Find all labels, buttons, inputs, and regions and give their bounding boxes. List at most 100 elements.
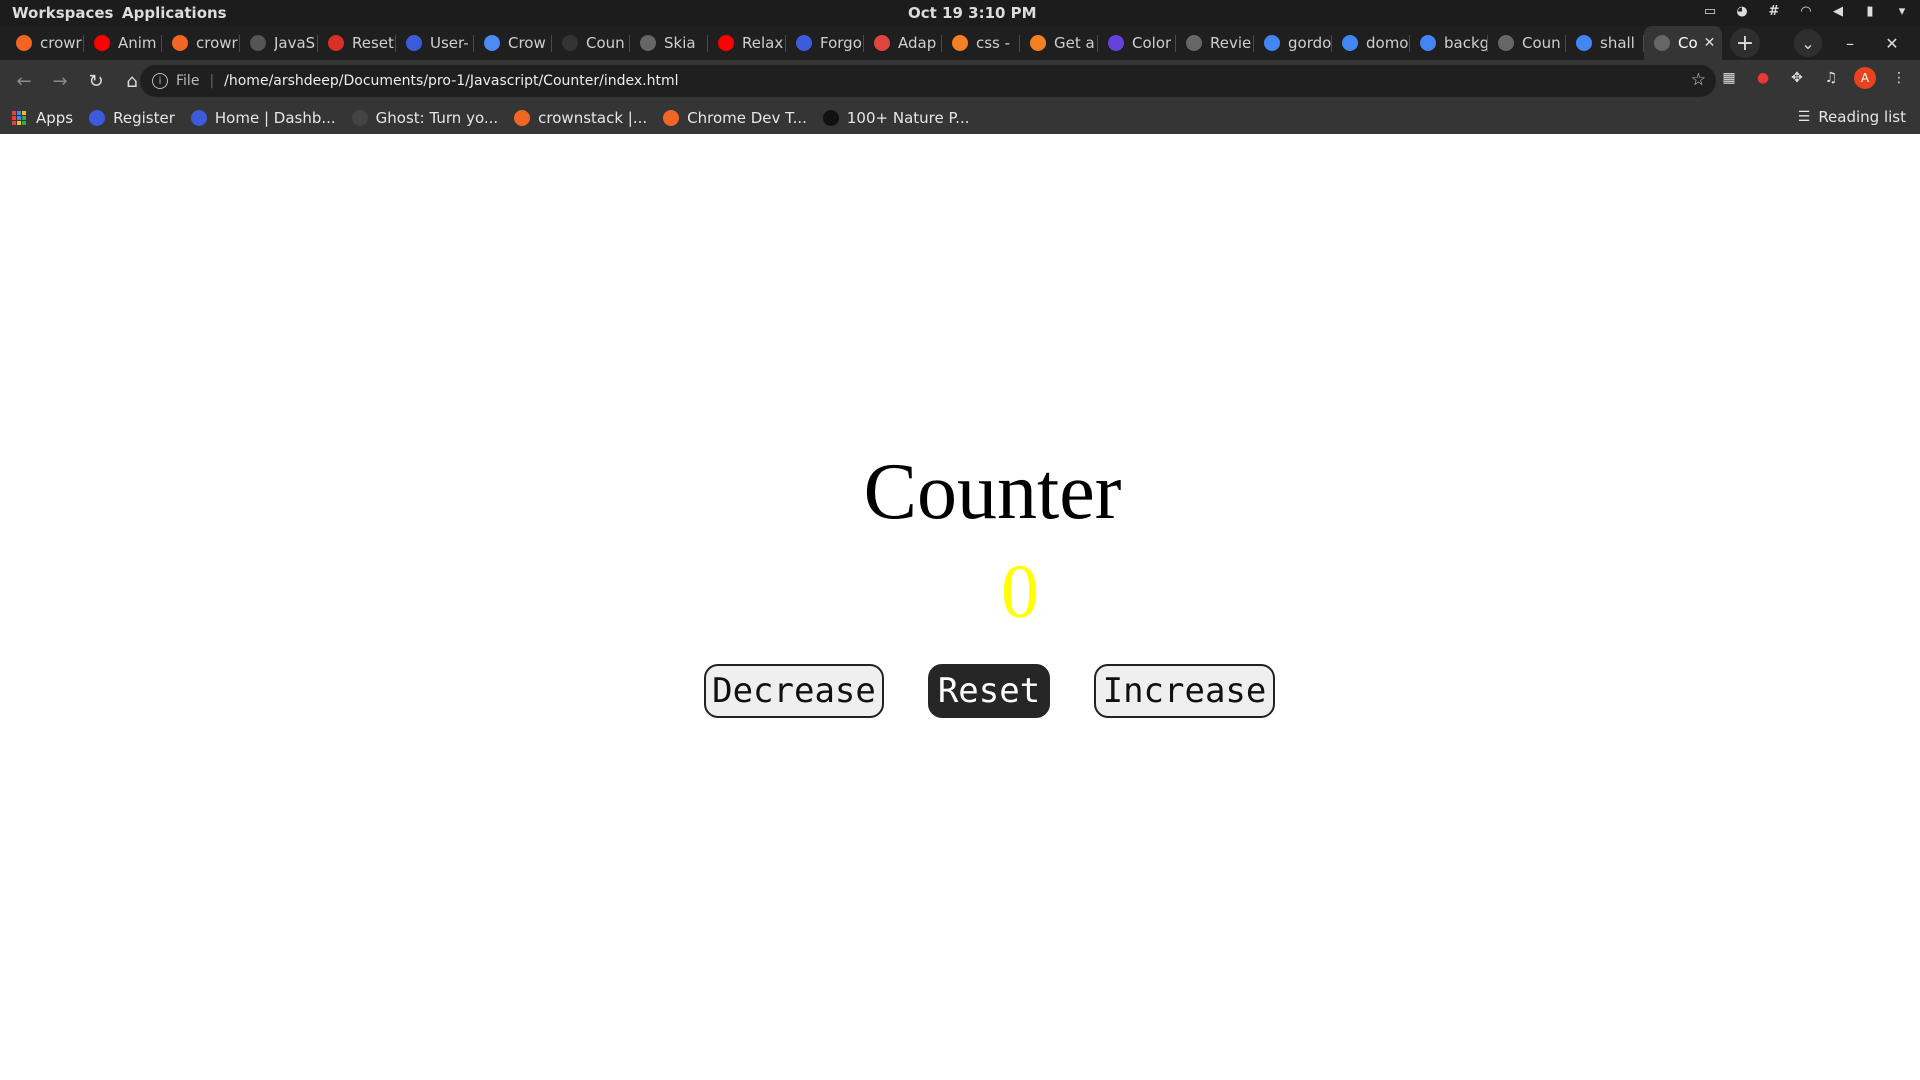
extensions-area: ▦ ● ✥ ♫ A ⋮: [1718, 67, 1910, 89]
browser-tab[interactable]: Forgo: [786, 26, 864, 60]
tab-title: Co: [1678, 34, 1698, 52]
reset-button[interactable]: Reset: [928, 664, 1050, 718]
url-text[interactable]: /home/arshdeep/Documents/pro-1/Javascrip…: [224, 73, 678, 89]
browser-tab[interactable]: Revie: [1176, 26, 1254, 60]
tab-title: shall: [1600, 34, 1635, 52]
tab-title: Anim: [118, 34, 157, 52]
browser-tab[interactable]: Adap: [864, 26, 942, 60]
close-tab-icon[interactable]: ✕: [1704, 35, 1716, 51]
bookmarks-bar: Apps Register Home | Dashb... Ghost: Turn …: [0, 102, 1920, 134]
browser-tab[interactable]: Color: [1098, 26, 1176, 60]
menu-chevron-icon[interactable]: ▾: [1894, 3, 1910, 19]
extension-red-icon[interactable]: ●: [1752, 67, 1774, 89]
github-icon: [562, 35, 578, 51]
tasks-icon: [484, 35, 500, 51]
reload-icon[interactable]: ↻: [80, 65, 112, 97]
gmail-icon: [328, 35, 344, 51]
browser-tab[interactable]: Coun: [1488, 26, 1566, 60]
bookmark-label: Chrome Dev T...: [687, 109, 807, 127]
counter-value: 0: [1001, 550, 1039, 634]
k-icon: [190, 110, 207, 126]
reading-list-button[interactable]: ☰ Reading list: [1798, 108, 1906, 126]
bookmark-apps[interactable]: Apps: [12, 109, 73, 127]
close-window-icon[interactable]: ✕: [1878, 29, 1906, 57]
globe-icon: [1654, 35, 1670, 51]
clock[interactable]: Oct 19 3:10 PM: [908, 4, 1037, 22]
browser-tab[interactable]: Co ✕: [1644, 26, 1722, 60]
tab-strip: crowr Anim crowr JavaS Reset User- Crow Coun Ski…: [0, 26, 1920, 60]
google-icon: [1420, 35, 1436, 51]
increase-button[interactable]: Increase: [1094, 664, 1275, 718]
tab-search-chevron-icon[interactable]: ⌄: [1794, 29, 1822, 57]
browser-tab[interactable]: domo: [1332, 26, 1410, 60]
browser-tab[interactable]: shall: [1566, 26, 1644, 60]
new-tab-button[interactable]: +: [1730, 28, 1760, 58]
browser-tab[interactable]: backg: [1410, 26, 1488, 60]
browser-tab[interactable]: css -: [942, 26, 1020, 60]
browser-tab[interactable]: Reset: [318, 26, 396, 60]
browser-tab[interactable]: Anim: [84, 26, 162, 60]
browser-tab[interactable]: User-: [396, 26, 474, 60]
wifi-icon[interactable]: ◠: [1798, 3, 1814, 19]
browser-tab[interactable]: JavaS: [240, 26, 318, 60]
globe-icon: [1498, 35, 1514, 51]
crownstack-icon: [514, 110, 531, 126]
extension-gray-icon[interactable]: ▦: [1718, 67, 1740, 89]
address-bar[interactable]: i File | /home/arshdeep/Documents/pro-1/…: [140, 65, 1716, 97]
bookmark-star-icon[interactable]: ☆: [1691, 70, 1706, 90]
browser-tab[interactable]: Crow: [474, 26, 552, 60]
bookmark-item[interactable]: Register: [89, 109, 175, 127]
battery-icon[interactable]: ▮: [1862, 3, 1878, 19]
bookmark-label: Ghost: Turn yo...: [375, 109, 499, 127]
puzzle-icon[interactable]: ✥: [1786, 67, 1808, 89]
tab-title: Relax: [742, 34, 784, 52]
unsplash-icon: [822, 110, 839, 126]
tab-title: Coun: [1522, 34, 1561, 52]
browser-tab[interactable]: Skia: [630, 26, 708, 60]
screen-icon[interactable]: ▭: [1702, 3, 1718, 19]
tab-title: Skia: [664, 34, 696, 52]
tab-title: domo: [1366, 34, 1409, 52]
bookmark-item[interactable]: Chrome Dev T...: [663, 109, 807, 127]
crownstack-icon: [663, 110, 680, 126]
profile-avatar[interactable]: A: [1854, 67, 1876, 89]
k-icon: [406, 35, 422, 51]
tab-title: backg: [1444, 34, 1488, 52]
discord-icon[interactable]: ◕: [1734, 3, 1750, 19]
back-arrow-icon[interactable]: ←: [8, 65, 40, 97]
volume-icon[interactable]: ◀: [1830, 3, 1846, 19]
slack-icon[interactable]: #: [1766, 3, 1782, 19]
bookmark-icon: [250, 35, 266, 51]
browser-tab[interactable]: gordo: [1254, 26, 1332, 60]
system-tray: ▭ ◕ # ◠ ◀ ▮ ▾: [1702, 3, 1910, 19]
browser-tab[interactable]: crowr: [6, 26, 84, 60]
site-info-icon[interactable]: i: [152, 73, 168, 89]
tab-title: crowr: [40, 34, 82, 52]
counter-title: Counter: [863, 448, 1122, 536]
kebab-menu-icon[interactable]: ⋮: [1888, 67, 1910, 89]
tab-title: JavaS: [274, 34, 316, 52]
browser-tab[interactable]: Coun: [552, 26, 630, 60]
minimize-icon[interactable]: –: [1836, 29, 1864, 57]
bookmark-label: Apps: [36, 109, 74, 127]
apps-grid-icon: [12, 111, 26, 125]
media-control-icon[interactable]: ♫: [1820, 67, 1842, 89]
tab-title: Adap: [898, 34, 937, 52]
bookmark-item[interactable]: 100+ Nature P...: [822, 109, 970, 127]
browser-tab[interactable]: Relax: [708, 26, 786, 60]
forward-arrow-icon[interactable]: →: [44, 65, 76, 97]
decrease-button[interactable]: Decrease: [704, 664, 884, 718]
workspaces-menu[interactable]: Workspaces: [12, 4, 113, 22]
ghost-icon: [351, 110, 368, 126]
bookmark-item[interactable]: Home | Dashb...: [190, 109, 336, 127]
browser-tab[interactable]: crowr: [162, 26, 240, 60]
tab-title: Color: [1132, 34, 1172, 52]
tab-title: Revie: [1210, 34, 1252, 52]
asterisk-icon: [874, 35, 890, 51]
bookmark-label: crownstack |...: [538, 109, 648, 127]
tab-title: Crow: [508, 34, 546, 52]
bookmark-item[interactable]: crownstack |...: [514, 109, 647, 127]
applications-menu[interactable]: Applications: [122, 4, 227, 22]
bookmark-item[interactable]: Ghost: Turn yo...: [351, 109, 499, 127]
browser-tab[interactable]: Get a: [1020, 26, 1098, 60]
